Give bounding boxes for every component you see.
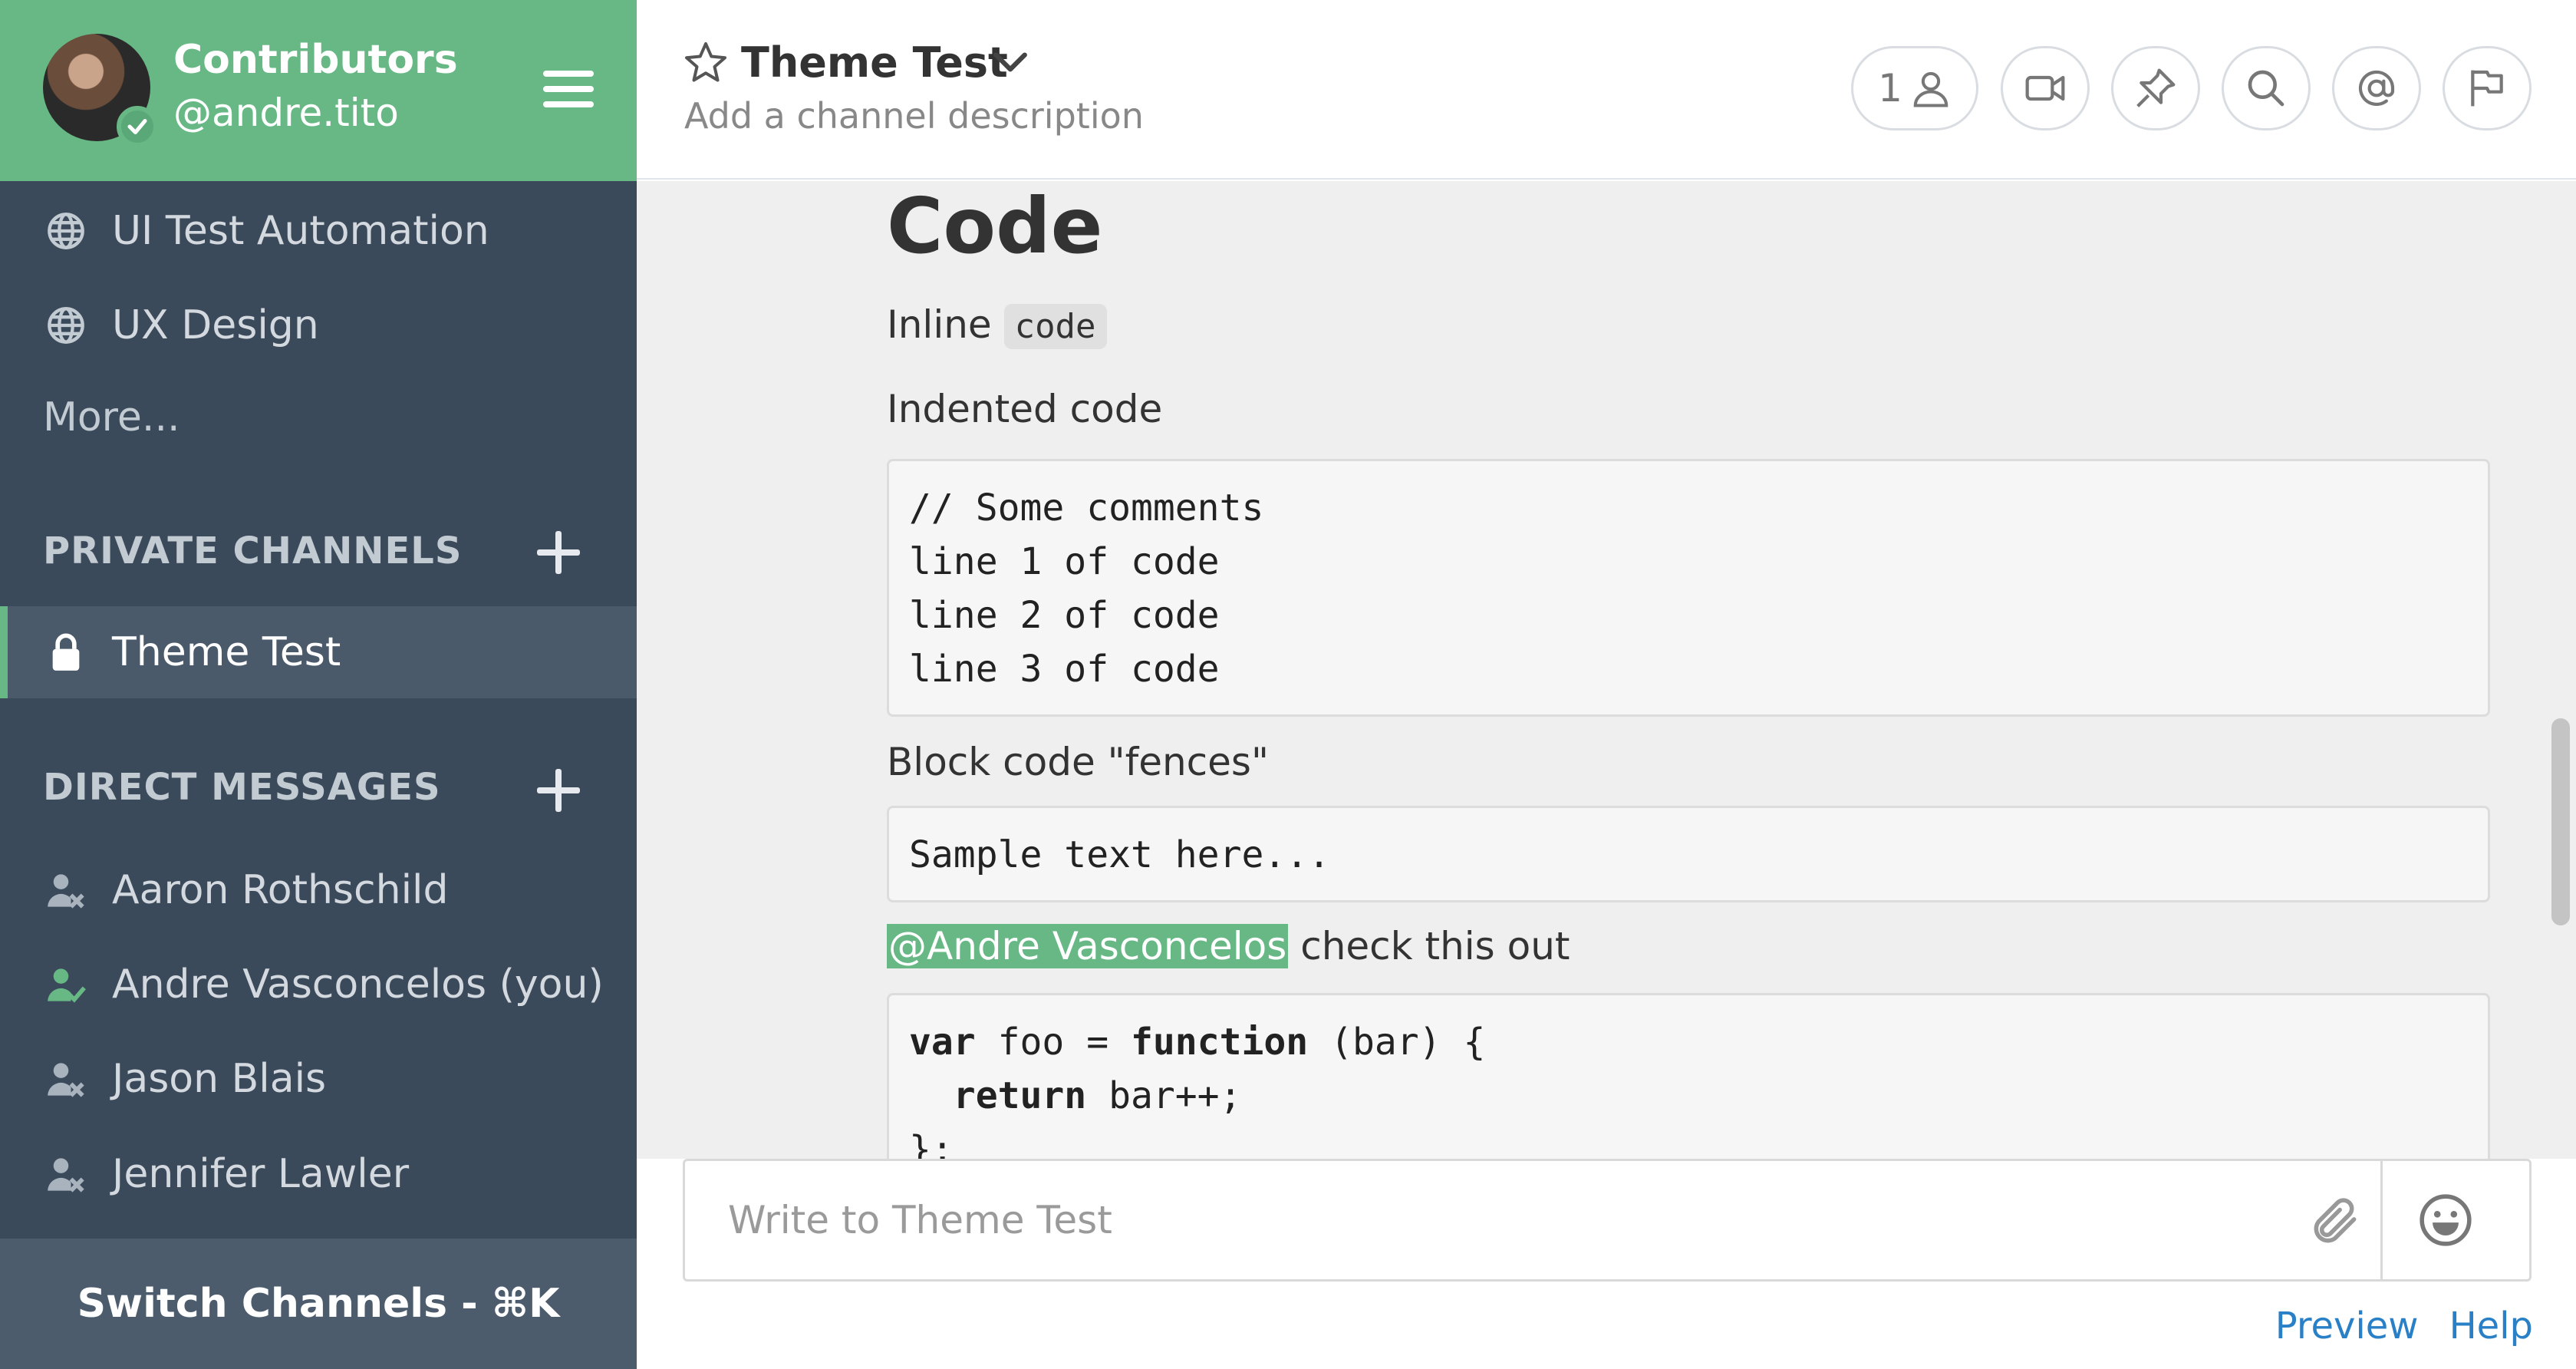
direct-messages-title: DIRECT MESSAGES: [43, 766, 441, 809]
pinned-posts-button[interactable]: [2111, 46, 2200, 130]
flag-icon: [2471, 70, 2503, 107]
code-text: foo =: [975, 1021, 1131, 1064]
channel-description[interactable]: Add a channel description: [684, 95, 1144, 137]
inline-code-paragraph: Inline code: [887, 302, 1107, 349]
member-count: 1: [1878, 66, 1902, 111]
preview-link[interactable]: Preview: [2275, 1305, 2419, 1348]
sidebar-item-label: Jennifer Lawler: [112, 1151, 410, 1197]
post-heading: Code: [887, 181, 1103, 271]
sidebar-item-label: Jason Blais: [112, 1056, 327, 1102]
fenced-code-block: Sample text here...: [887, 806, 2490, 902]
sidebar-item-jason-blais[interactable]: Jason Blais: [0, 1033, 637, 1125]
user-offline-icon: [44, 869, 87, 912]
indented-code-label: Indented code: [887, 387, 1163, 431]
user-offline-icon: [44, 1153, 87, 1196]
composer-divider: [2380, 1161, 2383, 1279]
at-mention-icon: [2358, 70, 2395, 107]
user-offline-icon: [44, 1057, 87, 1100]
paperclip-icon[interactable]: [2307, 1193, 2364, 1250]
globe-icon: [44, 209, 87, 252]
sidebar-item-label: Andre Vasconcelos (you): [112, 962, 604, 1008]
sidebar-item-label: Aaron Rothschild: [112, 867, 449, 913]
video-call-button[interactable]: [2001, 46, 2090, 130]
lock-icon: [44, 631, 87, 674]
member-icon: [1913, 71, 1948, 107]
user-online-icon: [44, 963, 87, 1006]
pin-icon: [2136, 68, 2176, 107]
sidebar-item-jennifer-lawler[interactable]: Jennifer Lawler: [0, 1128, 637, 1220]
sidebar-item-label: UX Design: [112, 302, 319, 348]
message-input[interactable]: [685, 1161, 2296, 1279]
code-text: bar++;: [1086, 1074, 1242, 1117]
switch-channels-button[interactable]: Switch Channels - ⌘K: [0, 1239, 637, 1369]
chevron-down-icon[interactable]: [991, 48, 1029, 78]
code-keyword: var: [909, 1021, 976, 1064]
sidebar-item-theme-test[interactable]: Theme Test: [0, 606, 637, 698]
user-mention-link[interactable]: @Andre Vasconcelos: [887, 924, 1289, 968]
inline-prefix: Inline: [887, 302, 992, 347]
search-button[interactable]: [2222, 46, 2311, 130]
message-box: [683, 1159, 2532, 1282]
javascript-code-block: var foo = function (bar) { return bar++;…: [887, 993, 2490, 1159]
help-link[interactable]: Help: [2449, 1305, 2533, 1348]
sidebar-item-ui-test-automation[interactable]: UI Test Automation: [0, 185, 637, 277]
main-area: Theme Test Add a channel description 1 C…: [637, 0, 2576, 1369]
private-channels-title: PRIVATE CHANNELS: [43, 529, 463, 572]
member-count-button[interactable]: 1: [1851, 46, 1978, 130]
current-username: @andre.tito: [173, 91, 399, 135]
add-direct-message-button[interactable]: [537, 769, 580, 812]
channel-header: Theme Test Add a channel description 1: [637, 0, 2576, 180]
mention-suffix: check this out: [1288, 924, 1570, 968]
code-text: };: [909, 1128, 954, 1159]
indented-code-block: // Some comments line 1 of code line 2 o…: [887, 459, 2490, 717]
video-icon: [2025, 75, 2065, 101]
emoji-icon[interactable]: [2417, 1192, 2474, 1249]
star-icon[interactable]: [683, 40, 729, 86]
fences-label: Block code "fences": [887, 740, 1269, 784]
sidebar-item-aaron-rothschild[interactable]: Aaron Rothschild: [0, 844, 637, 936]
sidebar: Contributors @andre.tito UI Test Automat…: [0, 0, 637, 1369]
code-text: (bar) {: [1308, 1021, 1486, 1064]
flagged-posts-button[interactable]: [2443, 46, 2532, 130]
hamburger-menu-icon[interactable]: [543, 71, 594, 107]
more-channels-link[interactable]: More...: [43, 394, 180, 440]
scrollbar-thumb[interactable]: [2551, 718, 2570, 925]
team-name[interactable]: Contributors: [173, 37, 458, 83]
inline-code: code: [1003, 304, 1107, 349]
sidebar-item-label: Theme Test: [112, 629, 341, 675]
post-list[interactable]: Code Inline code Indented code // Some c…: [637, 181, 2576, 1159]
composer: Preview Help: [637, 1159, 2576, 1369]
sidebar-item-ux-design[interactable]: UX Design: [0, 279, 637, 371]
composer-help-links: Preview Help: [2245, 1305, 2533, 1348]
team-header: Contributors @andre.tito: [0, 0, 637, 181]
add-private-channel-button[interactable]: [537, 531, 580, 574]
online-status-icon: [117, 106, 158, 147]
code-keyword: function: [1131, 1021, 1309, 1064]
globe-icon: [44, 304, 87, 347]
channel-title[interactable]: Theme Test: [741, 38, 1008, 87]
sidebar-item-label: UI Test Automation: [112, 208, 489, 254]
search-icon: [2248, 70, 2284, 107]
recent-mentions-button[interactable]: [2332, 46, 2421, 130]
sidebar-item-andre-vasconcelos[interactable]: Andre Vasconcelos (you): [0, 939, 637, 1031]
mention-paragraph: @Andre Vasconcelos check this out: [887, 924, 1570, 968]
code-keyword: return: [953, 1074, 1087, 1117]
